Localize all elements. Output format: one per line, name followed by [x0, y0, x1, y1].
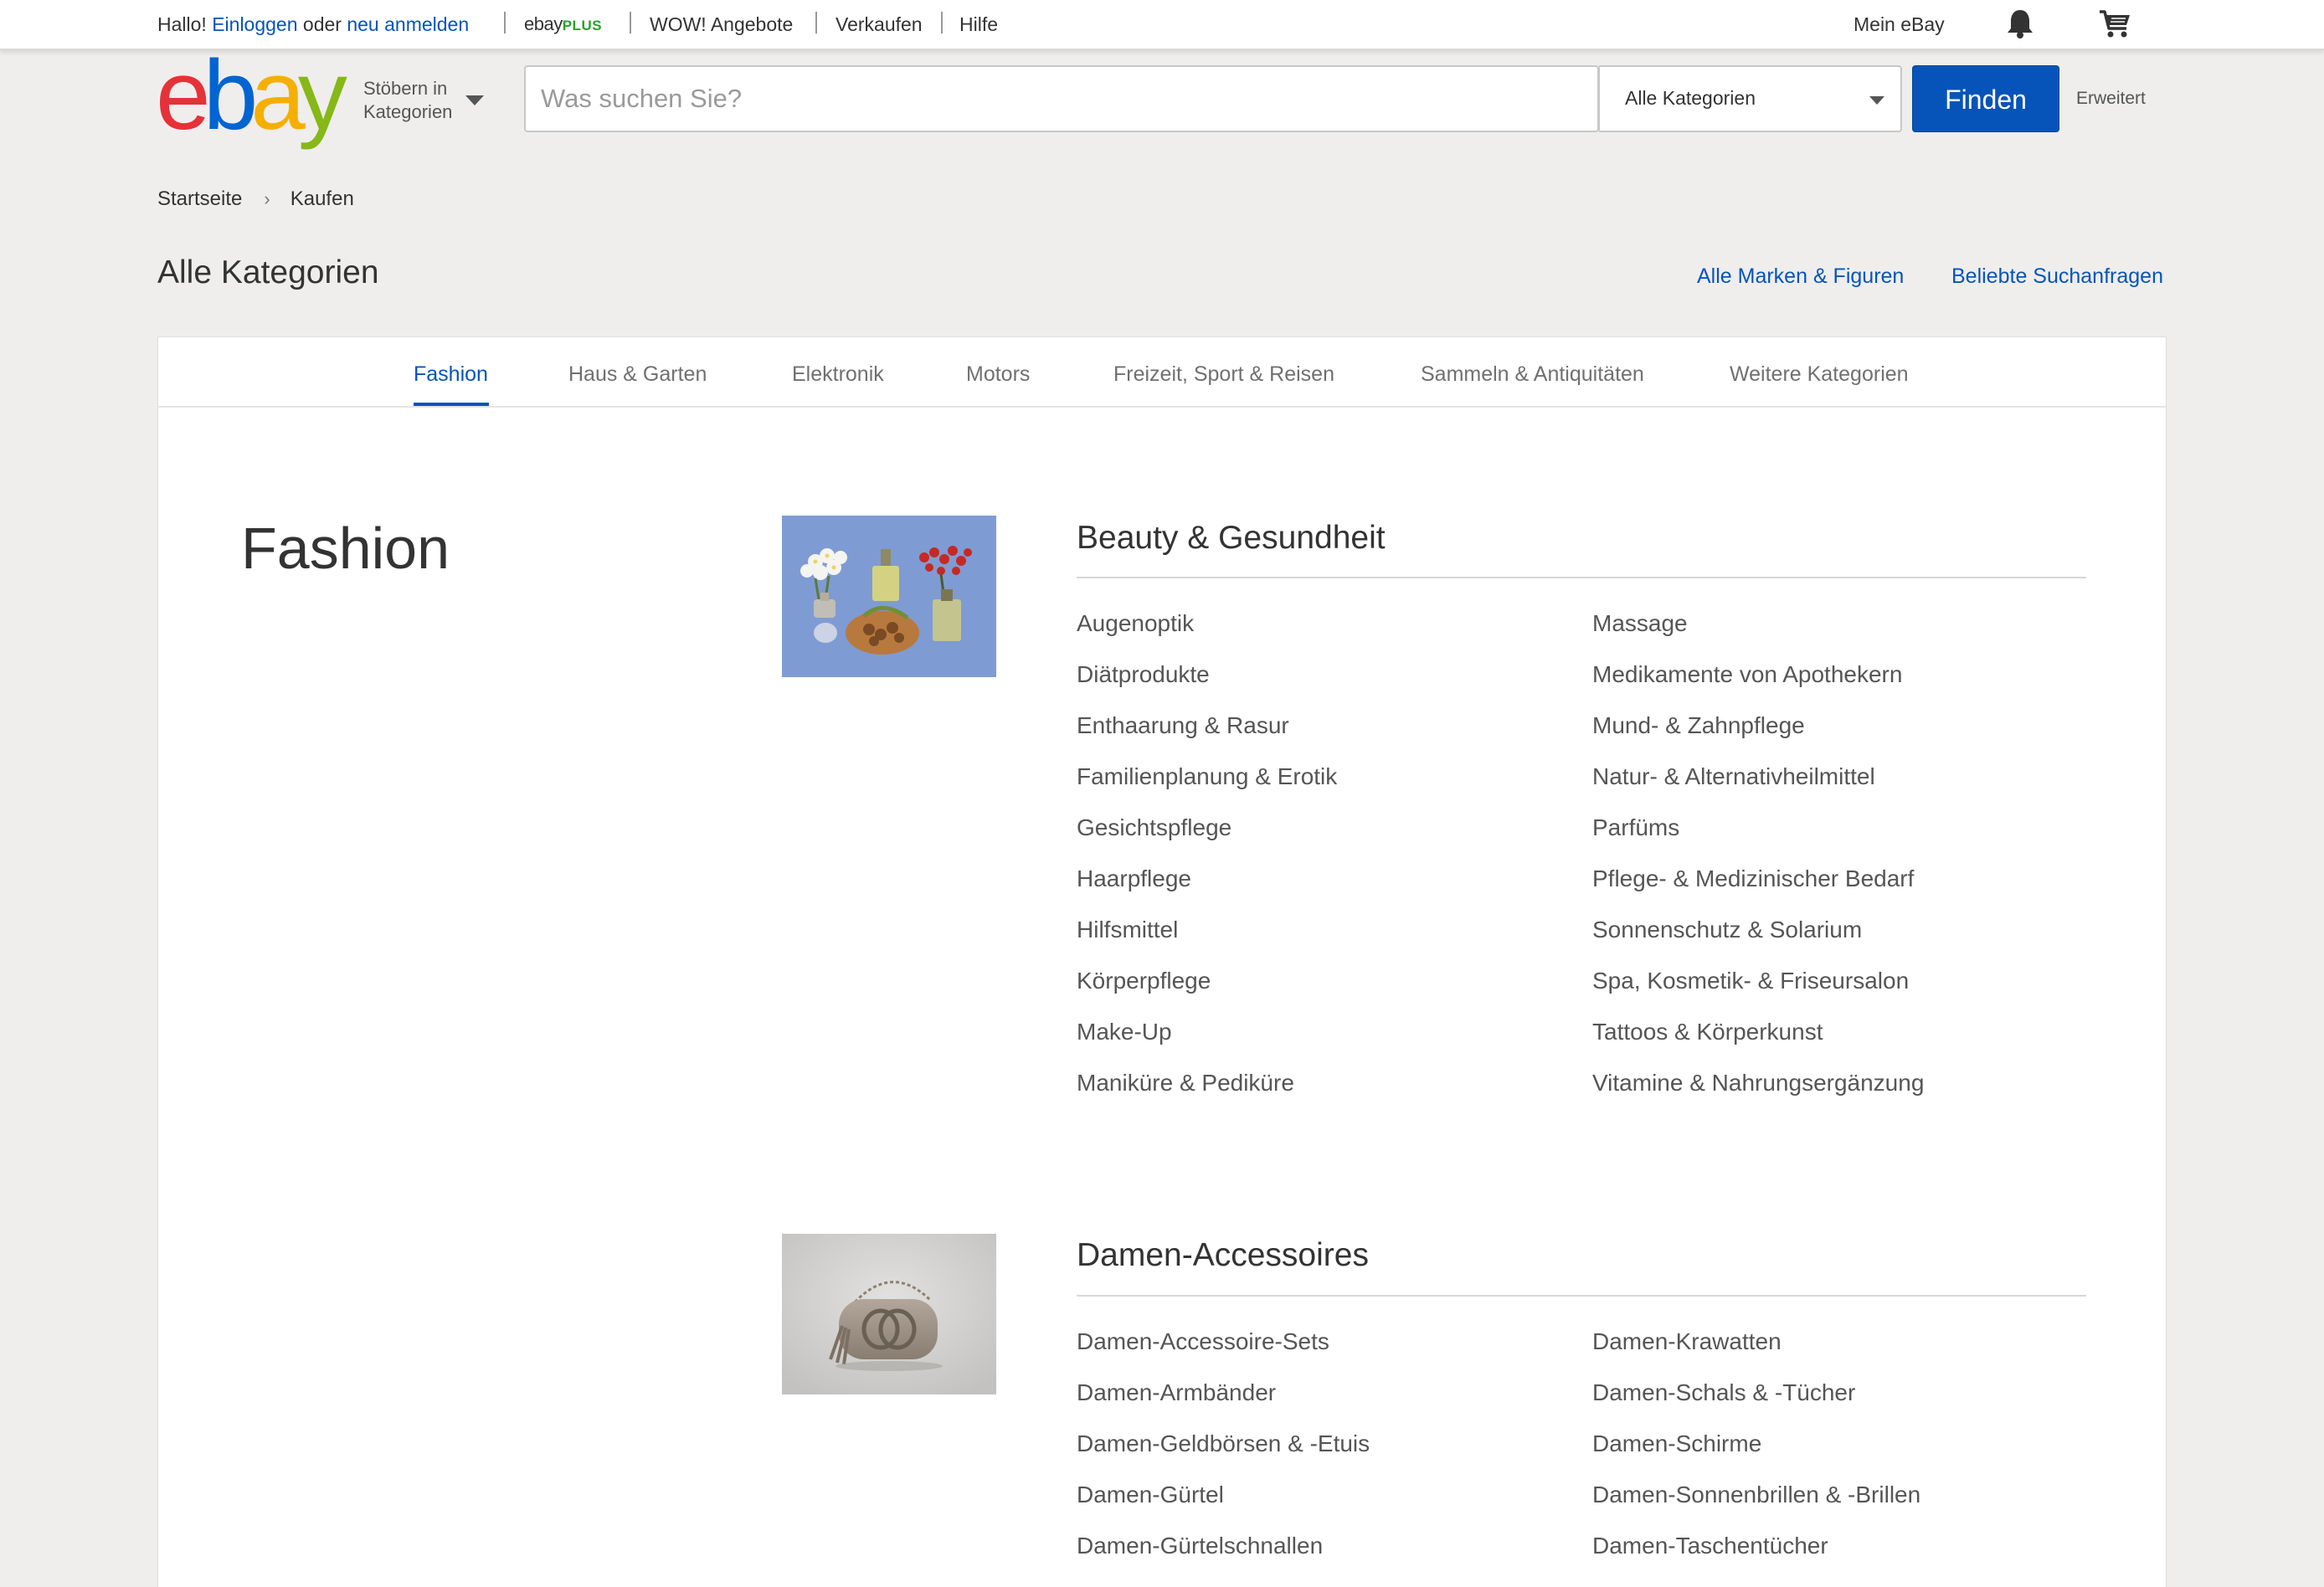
ebayplus-plus: PLUS — [562, 18, 603, 33]
category-link[interactable]: Enthaarung & Rasur — [1077, 712, 1289, 739]
category-link[interactable]: Pflege- & Medizinischer Bedarf — [1592, 865, 1914, 892]
tab-electronics[interactable]: Elektronik — [792, 362, 884, 387]
handbag-illustration — [782, 1234, 996, 1394]
tab-more-categories[interactable]: Weitere Kategorien — [1730, 362, 1909, 387]
category-link[interactable]: Körperpflege — [1077, 968, 1211, 994]
category-link[interactable]: Spa, Kosmetik- & Friseursalon — [1592, 968, 1909, 994]
register-link[interactable]: neu anmelden — [347, 13, 469, 35]
section-title: Fashion — [241, 516, 450, 581]
browse-line-2: Kategorien — [363, 101, 453, 122]
category-link[interactable]: Damen-Sonnenbrillen & -Brillen — [1592, 1482, 1920, 1508]
chevron-down-icon — [1869, 96, 1884, 105]
category-heading[interactable]: Damen-Accessoires — [1077, 1237, 1369, 1274]
logo-letter-y: y — [297, 40, 347, 151]
search-input[interactable] — [541, 67, 1587, 131]
category-link[interactable]: Damen-Geldbörsen & -Etuis — [1077, 1430, 1370, 1457]
ebay-logo[interactable]: ebay — [156, 46, 347, 145]
category-link[interactable]: Damen-Accessoire-Sets — [1077, 1328, 1329, 1355]
login-link[interactable]: Einloggen — [212, 13, 297, 35]
deals-link[interactable]: WOW! Angebote — [650, 13, 793, 36]
category-link[interactable]: Augenoptik — [1077, 610, 1194, 637]
categories-panel: Fashion Haus & Garten Elektronik Motors … — [157, 336, 2167, 1587]
breadcrumb: Startseite › Kaufen — [157, 187, 354, 211]
popular-searches-link[interactable]: Beliebte Suchanfragen — [1951, 264, 2163, 289]
category-link[interactable]: Hilfsmittel — [1077, 917, 1178, 943]
category-link[interactable]: Damen-Gürtelschnallen — [1077, 1533, 1323, 1559]
all-brands-link[interactable]: Alle Marken & Figuren — [1697, 264, 1904, 289]
help-link[interactable]: Hilfe — [959, 13, 998, 36]
category-link[interactable]: Damen-Gürtel — [1077, 1482, 1224, 1508]
breadcrumb-home[interactable]: Startseite — [157, 187, 242, 210]
or-text: oder — [302, 13, 342, 35]
category-link[interactable]: Vitamine & Nahrungsergänzung — [1592, 1070, 1924, 1097]
sell-link[interactable]: Verkaufen — [836, 13, 923, 36]
category-link[interactable]: Damen-Taschentücher — [1592, 1533, 1828, 1559]
tab-collectibles-antiques[interactable]: Sammeln & Antiquitäten — [1421, 362, 1644, 387]
beauty-products-illustration — [782, 516, 996, 677]
category-link[interactable]: Medikamente von Apothekern — [1592, 661, 1902, 688]
find-button[interactable]: Finden — [1912, 65, 2059, 132]
logo-letter-a: a — [250, 40, 306, 151]
tab-leisure-sport-travel[interactable]: Freizeit, Sport & Reisen — [1113, 362, 1334, 387]
divider — [1077, 1295, 2086, 1297]
greeting: Hallo! Einloggen oder neu anmelden — [157, 13, 469, 36]
browse-line-1: Stöbern in — [363, 78, 448, 99]
category-link[interactable]: Natur- & Alternativheilmittel — [1592, 763, 1875, 790]
tab-motors[interactable]: Motors — [966, 362, 1030, 387]
category-link[interactable]: Mund- & Zahnpflege — [1592, 712, 1805, 739]
divider — [630, 12, 631, 33]
category-heading[interactable]: Beauty & Gesundheit — [1077, 520, 1386, 557]
category-link[interactable]: Sonnenschutz & Solarium — [1592, 917, 1862, 943]
category-select[interactable]: Alle Kategorien — [1599, 65, 1902, 132]
category-link[interactable]: Diätprodukte — [1077, 661, 1210, 688]
my-ebay-link[interactable]: Mein eBay — [1854, 13, 1945, 36]
divider — [504, 12, 506, 33]
bell-icon[interactable] — [2006, 8, 2034, 39]
divider — [815, 12, 817, 33]
tab-home-garden[interactable]: Haus & Garten — [568, 362, 707, 387]
category-link[interactable]: Damen-Krawatten — [1592, 1328, 1782, 1355]
ebayplus-link[interactable]: ebayPLUS — [524, 13, 602, 35]
women-accessories-image[interactable] — [782, 1234, 996, 1394]
beauty-health-image[interactable] — [782, 516, 996, 677]
category-tabs: Fashion Haus & Garten Elektronik Motors … — [158, 337, 2166, 408]
category-link[interactable]: Tattoos & Körperkunst — [1592, 1019, 1823, 1045]
category-link[interactable]: Damen-Schirme — [1592, 1430, 1761, 1457]
chevron-down-icon[interactable] — [465, 95, 484, 105]
category-link[interactable]: Make-Up — [1077, 1019, 1172, 1045]
active-tab-indicator — [414, 403, 489, 406]
cart-icon[interactable] — [2098, 8, 2133, 39]
greeting-text: Hallo! — [157, 13, 207, 35]
breadcrumb-current: Kaufen — [290, 187, 354, 210]
category-link[interactable]: Haarpflege — [1077, 865, 1191, 892]
category-link[interactable]: Maniküre & Pediküre — [1077, 1070, 1294, 1097]
logo-letter-e: e — [156, 40, 211, 151]
search-box — [524, 65, 1599, 132]
browse-categories-button[interactable]: Stöbern in Kategorien — [363, 77, 452, 124]
category-link[interactable]: Damen-Armbänder — [1077, 1379, 1276, 1406]
category-select-value: Alle Kategorien — [1625, 87, 1756, 109]
category-link[interactable]: Massage — [1592, 610, 1688, 637]
advanced-search-link[interactable]: Erweitert — [2076, 89, 2146, 109]
tab-fashion[interactable]: Fashion — [414, 362, 488, 387]
chevron-right-icon: › — [264, 188, 270, 209]
divider — [941, 12, 943, 33]
page-title: Alle Kategorien — [157, 254, 379, 290]
category-link[interactable]: Familienplanung & Erotik — [1077, 763, 1337, 790]
ebayplus-brand: ebay — [524, 13, 563, 34]
category-link[interactable]: Damen-Schals & -Tücher — [1592, 1379, 1855, 1406]
top-bar: Hallo! Einloggen oder neu anmelden ebayP… — [0, 0, 2324, 50]
category-link[interactable]: Parfüms — [1592, 814, 1679, 841]
divider — [1077, 577, 2086, 578]
category-link[interactable]: Gesichtspflege — [1077, 814, 1231, 841]
logo-letter-b: b — [203, 40, 259, 151]
